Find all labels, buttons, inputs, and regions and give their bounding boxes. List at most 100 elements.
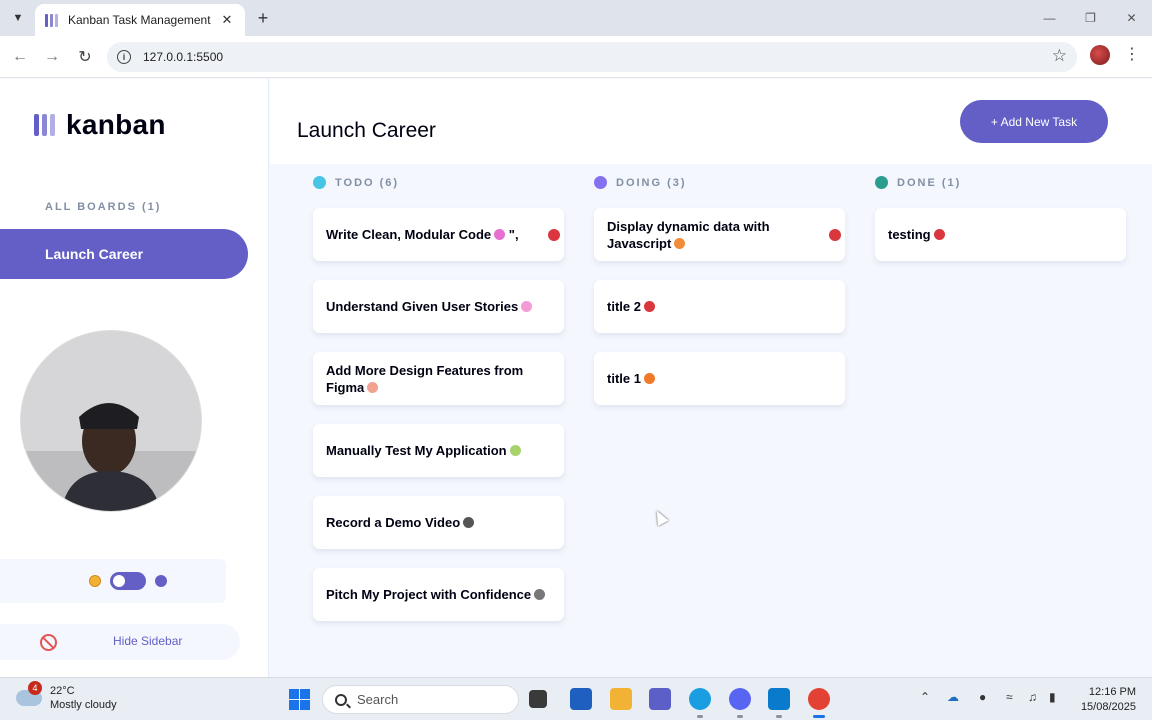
page-title: Launch Career	[297, 119, 436, 142]
cloud-icon: 4	[16, 681, 42, 706]
url-text: 127.0.0.1:5500	[143, 50, 224, 64]
windows-start-icon[interactable]	[289, 689, 310, 710]
windows-taskbar: 4 22°C Mostly cloudy Search ⌃ ☁ ● ≈ ♫ ▮ …	[0, 677, 1152, 720]
webcam-person-image	[21, 331, 201, 511]
palette-icon	[367, 381, 379, 393]
running-indicator	[697, 715, 703, 718]
file-explorer-icon[interactable]	[610, 688, 632, 710]
volume-icon[interactable]: ♫	[1028, 690, 1037, 704]
task-card[interactable]: Manually Test My Application	[313, 424, 564, 477]
address-bar[interactable]: i 127.0.0.1:5500 ☆	[107, 42, 1077, 72]
task-card[interactable]: Record a Demo Video	[313, 496, 564, 549]
edge-icon[interactable]	[689, 688, 711, 710]
video-camera-icon	[463, 517, 475, 528]
minimize-button[interactable]: —	[1029, 0, 1070, 36]
column-title: DOING (3)	[616, 176, 687, 189]
forward-button[interactable]: →	[41, 46, 63, 68]
column-title: TODO (6)	[335, 176, 400, 189]
new-tab-button[interactable]: +	[252, 7, 274, 29]
window-controls: — ❐ ✕	[1029, 0, 1152, 36]
close-tab-icon[interactable]: ✕	[219, 12, 235, 28]
tab-title: Kanban Task Management	[68, 13, 211, 27]
mouse-cursor-icon	[651, 508, 669, 526]
site-info-icon[interactable]: i	[117, 50, 131, 64]
task-card[interactable]: Write Clean, Modular Code ",	[313, 208, 564, 261]
webcam-overlay	[20, 330, 202, 512]
light-mode-icon	[89, 575, 101, 587]
onedrive-icon[interactable]: ☁	[947, 690, 959, 704]
task-title: title 2	[607, 298, 655, 315]
chevron-up-icon[interactable]: ⌃	[920, 690, 930, 704]
microphone-icon	[534, 589, 546, 600]
task-card[interactable]: testing	[875, 208, 1126, 261]
browser-tab[interactable]: Kanban Task Management ✕	[35, 4, 245, 36]
clock-date: 15/08/2025	[1080, 701, 1136, 713]
sidebar-item-launch-career[interactable]: Launch Career	[0, 229, 248, 279]
task-title: Pitch My Project with Confidence	[326, 586, 546, 603]
task-card[interactable]: Display dynamic data with Javascript	[594, 208, 845, 261]
sidebar: kanban ALL BOARDS (1) Launch Career Hide…	[0, 79, 269, 677]
hide-sidebar-button[interactable]: Hide Sidebar	[0, 624, 240, 660]
close-window-button[interactable]: ✕	[1111, 0, 1152, 36]
task-title: Manually Test My Application	[326, 442, 521, 459]
weather-temperature: 22°C	[50, 685, 75, 697]
weather-widget[interactable]: 4 22°C Mostly cloudy	[16, 681, 117, 712]
system-clock[interactable]: 12:16 PM 15/08/2025	[1074, 685, 1136, 715]
task-card[interactable]: title 2	[594, 280, 845, 333]
logo-bars-icon	[34, 114, 55, 136]
taskbar-search[interactable]: Search	[322, 685, 519, 714]
vscode-icon[interactable]	[768, 688, 790, 710]
red-circle-icon	[829, 228, 841, 241]
discord-icon[interactable]	[729, 688, 751, 710]
hide-sidebar-label: Hide Sidebar	[113, 634, 183, 648]
battery-icon[interactable]: ▮	[1049, 690, 1056, 704]
profile-avatar[interactable]	[1090, 45, 1110, 65]
column-header-todo: TODO (6)	[313, 176, 399, 189]
red-circle-icon	[643, 301, 655, 312]
task-title: Record a Demo Video	[326, 514, 475, 531]
microphone-icon[interactable]: ●	[979, 690, 986, 704]
bookmark-star-icon[interactable]: ☆	[1052, 46, 1067, 66]
task-card[interactable]: Pitch My Project with Confidence	[313, 568, 564, 621]
search-icon	[335, 693, 347, 706]
clock-time: 12:16 PM	[1088, 686, 1136, 698]
browser-toolbar: ← → ↻ i 127.0.0.1:5500 ☆ ⋮	[0, 36, 1152, 78]
theme-toggle-switch[interactable]	[110, 572, 146, 590]
task-card[interactable]: Understand Given User Stories	[313, 280, 564, 333]
back-button[interactable]: ←	[9, 46, 31, 68]
search-label: Search	[357, 692, 399, 707]
running-indicator	[776, 715, 782, 718]
column-header-done: DONE (1)	[875, 176, 961, 189]
chrome-icon[interactable]	[808, 688, 830, 710]
column-header-doing: DOING (3)	[594, 176, 687, 189]
add-new-task-button[interactable]: + Add New Task	[960, 100, 1108, 143]
board-header: Launch Career + Add New Task	[270, 79, 1152, 164]
done-status-dot	[875, 176, 888, 189]
orange-circle-icon	[643, 373, 655, 384]
logo-text: kanban	[66, 109, 166, 140]
task-title: testing	[888, 226, 945, 243]
task-card[interactable]: title 1	[594, 352, 845, 405]
doing-status-dot	[594, 176, 607, 189]
task-card[interactable]: Add More Design Features from Figma	[313, 352, 564, 405]
tab-search-button[interactable]: ▼	[7, 7, 29, 29]
task-title: Understand Given User Stories	[326, 298, 533, 315]
lightning-icon	[674, 237, 686, 249]
active-indicator	[813, 715, 825, 718]
reload-button[interactable]: ↻	[74, 46, 96, 68]
dark-mode-icon	[155, 575, 167, 587]
theme-toggle-panel	[0, 559, 226, 603]
task-view-icon[interactable]	[529, 690, 547, 708]
red-circle-icon	[933, 229, 945, 240]
weather-description: Mostly cloudy	[50, 699, 117, 711]
browser-menu-icon[interactable]: ⋮	[1124, 45, 1140, 65]
task-title: Write Clean, Modular Code ",	[326, 227, 519, 242]
store-icon[interactable]	[570, 688, 592, 710]
brain-icon	[521, 301, 533, 312]
wifi-icon[interactable]: ≈	[1006, 690, 1013, 704]
notification-badge: 4	[28, 681, 42, 695]
hide-sidebar-icon	[40, 634, 57, 651]
teams-icon[interactable]	[649, 688, 671, 710]
kanban-favicon-icon	[45, 13, 58, 27]
restore-button[interactable]: ❐	[1070, 0, 1111, 36]
